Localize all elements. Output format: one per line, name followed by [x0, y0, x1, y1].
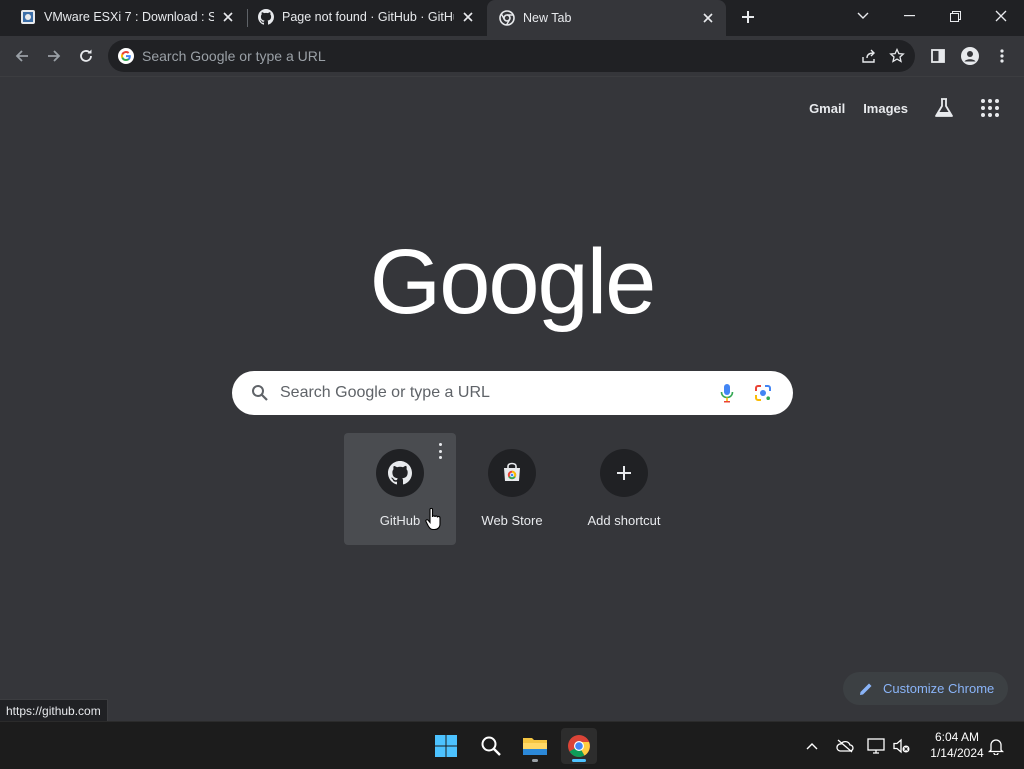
chevron-up-icon: [806, 743, 818, 750]
close-window-button[interactable]: [978, 0, 1024, 32]
share-button[interactable]: [855, 42, 883, 70]
shortcut-label: Add shortcut: [587, 513, 661, 528]
plus-icon: [742, 11, 754, 23]
chevron-down-icon: [857, 12, 869, 19]
volume-button[interactable]: [888, 730, 916, 762]
hand-cursor-icon: [425, 507, 441, 531]
reload-button[interactable]: [72, 42, 100, 70]
browser-toolbar: Search Google or type a URL: [0, 36, 1024, 77]
google-lens-icon: [755, 385, 771, 401]
minimize-icon: [903, 15, 915, 17]
star-icon: [889, 48, 905, 63]
onedrive-button[interactable]: [831, 730, 859, 762]
restore-button[interactable]: [932, 0, 978, 32]
search-icon: [250, 383, 270, 403]
active-indicator: [572, 759, 586, 762]
images-link[interactable]: Images: [863, 101, 908, 116]
forward-arrow-icon: [48, 50, 61, 62]
tab-strip: VMware ESXi 7 : Download : Serv Page not…: [0, 0, 1024, 36]
web-store-icon: [488, 449, 536, 497]
omnibox[interactable]: Search Google or type a URL: [108, 40, 915, 72]
customize-chrome-button[interactable]: Customize Chrome: [843, 672, 1008, 705]
customize-chrome-label: Customize Chrome: [883, 681, 995, 696]
labs-flask-icon: [935, 98, 953, 117]
omnibox-placeholder: Search Google or type a URL: [142, 48, 326, 64]
shortcut-tile-web-store[interactable]: Web Store: [456, 433, 568, 545]
shortcut-label: Web Store: [481, 513, 543, 528]
minimize-button[interactable]: [886, 0, 932, 32]
network-button[interactable]: [862, 730, 890, 762]
labs-button[interactable]: [926, 92, 962, 124]
profile-icon: [961, 47, 979, 65]
side-panel-icon: [931, 49, 945, 63]
shortcut-more-button[interactable]: [434, 443, 446, 459]
github-icon: [376, 449, 424, 497]
ntp-search-box[interactable]: Search Google or type a URL: [232, 371, 793, 415]
tab-vmware[interactable]: VMware ESXi 7 : Download : Serv: [0, 0, 246, 34]
bookmark-button[interactable]: [883, 42, 911, 70]
tab-title: Page not found · GitHub · GitHub: [282, 10, 454, 24]
bell-icon: [988, 739, 1004, 755]
search-placeholder: Search Google or type a URL: [280, 384, 490, 401]
apps-grid-icon: [981, 99, 999, 117]
notifications-button[interactable]: [982, 730, 1010, 762]
share-icon: [862, 49, 875, 63]
google-g-icon: [118, 48, 134, 64]
start-button[interactable]: [428, 728, 464, 764]
chrome-menu-button[interactable]: [988, 42, 1016, 70]
new-tab-button[interactable]: [736, 5, 760, 29]
ntp-top-links: Gmail Images: [809, 92, 1024, 124]
speaker-muted-icon: [893, 738, 910, 754]
taskbar-search-button[interactable]: [473, 728, 509, 764]
tab-title: New Tab: [523, 11, 572, 25]
google-logo: Google: [369, 231, 657, 333]
add-shortcut-tile[interactable]: Add shortcut: [568, 433, 680, 545]
profile-button[interactable]: [956, 42, 984, 70]
gmail-link[interactable]: Gmail: [809, 101, 845, 116]
back-arrow-icon: [15, 50, 28, 62]
tab-new-tab[interactable]: New Tab: [487, 0, 726, 36]
cloud-off-icon: [836, 739, 854, 753]
voice-search-button[interactable]: [713, 379, 741, 407]
forward-button[interactable]: [40, 42, 68, 70]
file-explorer-button[interactable]: [517, 728, 553, 764]
close-icon[interactable]: [700, 10, 716, 26]
chrome-taskbar-button[interactable]: [561, 728, 597, 764]
tab-search-button[interactable]: [840, 0, 886, 32]
plus-icon: [600, 449, 648, 497]
microphone-icon: [720, 384, 734, 403]
close-icon[interactable]: [460, 9, 476, 25]
close-icon: [995, 10, 1007, 22]
status-url-bubble: https://github.com: [0, 699, 108, 723]
running-indicator: [532, 759, 538, 762]
network-monitor-icon: [867, 738, 885, 754]
chrome-icon: [499, 10, 515, 26]
shortcut-tile-github[interactable]: GitHub: [344, 433, 456, 545]
side-panel-button[interactable]: [924, 42, 952, 70]
github-icon: [258, 9, 274, 25]
windows-taskbar: 6:04 AM 1/14/2024: [0, 721, 1024, 769]
restore-icon: [949, 10, 961, 22]
google-apps-button[interactable]: [974, 92, 1006, 124]
close-icon[interactable]: [220, 9, 236, 25]
pencil-icon: [859, 681, 875, 697]
search-icon: [481, 736, 501, 756]
show-hidden-icons-button[interactable]: [798, 730, 826, 762]
back-button[interactable]: [8, 42, 36, 70]
chrome-icon: [568, 735, 590, 757]
folder-icon: [523, 738, 547, 755]
reload-icon: [80, 49, 92, 62]
windows-logo-icon: [435, 735, 457, 757]
tab-github[interactable]: Page not found · GitHub · GitHub: [238, 0, 486, 34]
tab-title: VMware ESXi 7 : Download : Serv: [44, 10, 214, 24]
lens-search-button[interactable]: [749, 379, 777, 407]
more-vert-icon: [1000, 49, 1004, 63]
vmware-page-icon: [20, 9, 36, 25]
